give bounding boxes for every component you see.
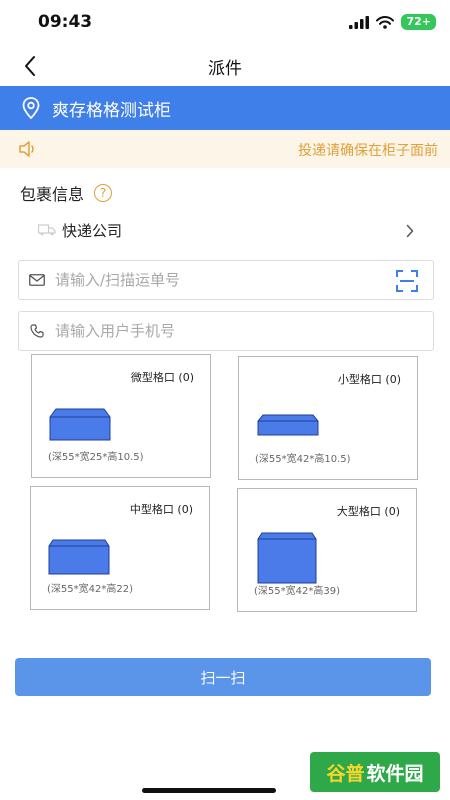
phone-number-input[interactable]	[55, 322, 355, 340]
locker-location-bar[interactable]: 爽存格格测试柜	[0, 86, 450, 130]
box-icon	[48, 539, 110, 575]
notice-text: 投递请确保在柜子面前	[298, 143, 438, 159]
slot-name: 小型格口 (0)	[337, 373, 401, 386]
tracking-number-input[interactable]	[55, 271, 355, 289]
mail-icon	[19, 274, 55, 286]
slot-name: 中型格口 (0)	[129, 503, 193, 516]
slot-card-medium[interactable]: 中型格口 (0) (深55*宽42*高22)	[30, 486, 210, 610]
slot-card-micro[interactable]: 微型格口 (0) (深55*宽25*高10.5)	[31, 354, 211, 478]
slot-dimensions: (深55*宽42*高10.5)	[255, 454, 351, 465]
slot-name: 微型格口 (0)	[130, 371, 194, 384]
box-icon	[257, 414, 319, 436]
wifi-icon	[376, 15, 395, 29]
slot-name: 大型格口 (0)	[336, 505, 400, 518]
slot-dimensions: (深55*宽25*高10.5)	[48, 452, 144, 463]
question-circle-icon[interactable]: ?	[94, 184, 113, 202]
truck-icon	[38, 224, 56, 236]
speaker-icon	[19, 141, 34, 157]
watermark-part2: 软件园	[366, 762, 424, 785]
courier-company-label: 快递公司	[62, 222, 123, 240]
box-icon	[257, 532, 317, 584]
section-title-label: 包裹信息	[20, 185, 85, 204]
signal-icon	[349, 15, 370, 29]
status-icons: 72+	[349, 14, 436, 30]
status-time: 09:43	[38, 12, 93, 32]
phone-icon	[19, 324, 55, 338]
nav-bar: 派件	[0, 46, 450, 86]
chevron-right-icon	[406, 224, 414, 238]
location-pin-icon	[22, 97, 40, 119]
battery-indicator: 72+	[401, 14, 436, 30]
home-indicator	[142, 788, 276, 793]
slot-dimensions: (深55*宽42*高39)	[254, 586, 340, 597]
locker-name: 爽存格格测试柜	[52, 100, 171, 121]
tracking-number-box	[18, 260, 434, 300]
phone-number-box	[18, 311, 434, 351]
notice-bar: 投递请确保在柜子面前	[0, 130, 450, 168]
slot-dimensions: (深55*宽42*高22)	[47, 584, 133, 595]
section-title-parcel-info: 包裹信息 ?	[20, 181, 113, 205]
watermark-part1: 谷普	[326, 762, 365, 785]
slot-card-small[interactable]: 小型格口 (0) (深55*宽42*高10.5)	[238, 356, 418, 480]
status-bar: 09:43 72+	[0, 0, 450, 44]
page-title: 派件	[208, 59, 242, 79]
courier-company-selector[interactable]: 快递公司	[20, 212, 430, 248]
slot-card-large[interactable]: 大型格口 (0) (深55*宽42*高39)	[237, 488, 417, 612]
scan-button[interactable]: 扫一扫	[15, 658, 431, 696]
watermark-logo: 谷普 软件园	[310, 752, 440, 792]
scan-icon[interactable]	[395, 269, 419, 293]
box-icon	[49, 408, 111, 441]
